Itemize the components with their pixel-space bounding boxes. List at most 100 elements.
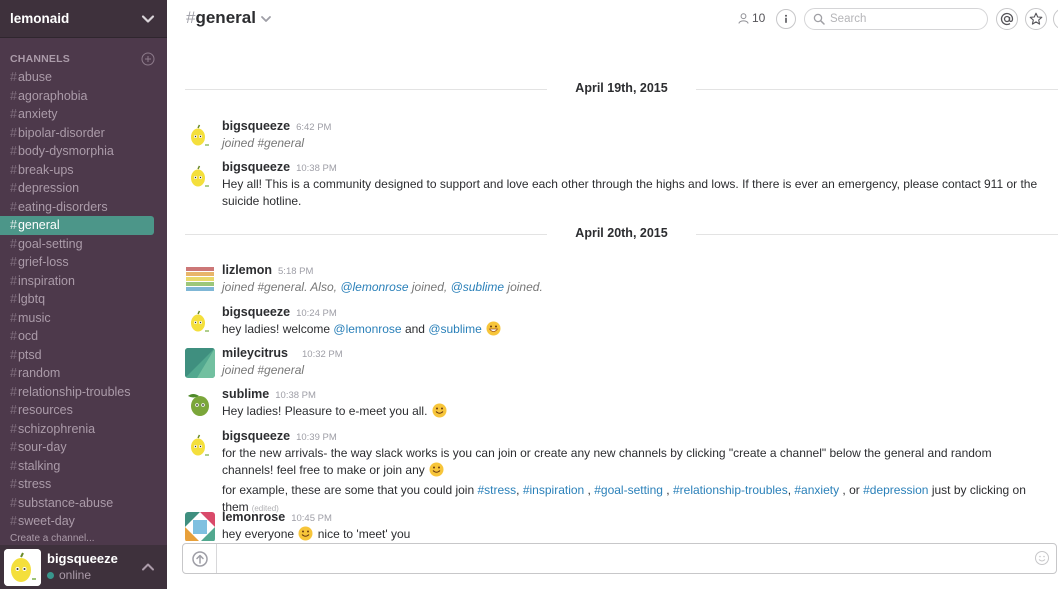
- channel-hash: #: [10, 403, 17, 418]
- sidebar-channel-inspiration[interactable]: # inspiration: [0, 272, 154, 291]
- sidebar-channel-general[interactable]: # general: [0, 216, 154, 235]
- avatar[interactable]: [185, 162, 215, 192]
- message-timestamp[interactable]: 6:42 PM: [296, 122, 331, 133]
- sidebar-channel-sour-day[interactable]: # sour-day: [0, 438, 154, 457]
- create-channel-link[interactable]: Create a channel...: [10, 533, 95, 545]
- user-info: bigsqueeze online: [47, 551, 141, 583]
- message-author[interactable]: sublime: [222, 387, 269, 401]
- upload-button[interactable]: [183, 544, 217, 573]
- sidebar-channel-random[interactable]: # random: [0, 364, 154, 383]
- message-author[interactable]: bigsqueeze: [222, 429, 290, 443]
- channel-hash: #: [10, 440, 17, 455]
- smile-emoji-icon: [429, 462, 444, 476]
- chevron-up-icon[interactable]: [141, 560, 155, 574]
- member-count-button[interactable]: 10: [738, 11, 765, 25]
- channel-info-button[interactable]: [776, 9, 796, 29]
- sidebar-channel-eating-disorders[interactable]: # eating-disorders: [0, 198, 154, 217]
- user-status: online: [47, 567, 141, 583]
- upload-icon: [191, 550, 208, 567]
- lemon-avatar-icon: [4, 548, 41, 586]
- message-body: Hey all! This is a community designed to…: [222, 177, 1038, 208]
- avatar[interactable]: [185, 512, 215, 541]
- channel-link[interactable]: #stress: [477, 483, 516, 497]
- channel-link[interactable]: #goal-setting: [594, 483, 663, 497]
- avatar[interactable]: [185, 121, 215, 151]
- sidebar-channel-stalking[interactable]: # stalking: [0, 457, 154, 476]
- message-timestamp[interactable]: 10:38 PM: [296, 163, 337, 174]
- sidebar-channel-label: grief-loss: [17, 255, 69, 270]
- avatar[interactable]: [185, 389, 215, 419]
- channel-link[interactable]: #depression: [863, 483, 928, 497]
- sidebar-channel-anxiety[interactable]: # anxiety: [0, 105, 154, 124]
- channel-link[interactable]: #anxiety: [794, 483, 839, 497]
- message-input[interactable]: [221, 549, 1021, 568]
- sidebar-channel-resources[interactable]: # resources: [0, 401, 154, 420]
- team-name: lemonaid: [10, 11, 70, 26]
- mention-link[interactable]: @sublime: [451, 280, 505, 294]
- sidebar-channel-label: inspiration: [17, 273, 75, 288]
- sidebar-channel-stress[interactable]: # stress: [0, 475, 154, 494]
- sidebar-channel-depression[interactable]: # depression: [0, 179, 154, 198]
- more-button[interactable]: [1053, 8, 1058, 30]
- mention-link[interactable]: @lemonrose: [333, 322, 401, 336]
- message-author[interactable]: lizlemon: [222, 263, 272, 277]
- message-author[interactable]: bigsqueeze: [222, 119, 290, 133]
- sidebar-channel-abuse[interactable]: # abuse: [0, 68, 154, 87]
- sidebar-channel-goal-setting[interactable]: # goal-setting: [0, 235, 154, 254]
- sidebar-channel-grief-loss[interactable]: # grief-loss: [0, 253, 154, 272]
- sidebar-channel-sweet-day[interactable]: # sweet-day: [0, 512, 154, 531]
- message-author[interactable]: bigsqueeze: [222, 160, 290, 174]
- sidebar-channel-ocd[interactable]: # ocd: [0, 327, 154, 346]
- channel-link[interactable]: #inspiration: [523, 483, 584, 497]
- avatar[interactable]: [4, 548, 41, 586]
- channels-title[interactable]: CHANNELS: [10, 53, 141, 65]
- avatar[interactable]: [185, 265, 215, 295]
- mention-link[interactable]: @lemonrose: [340, 280, 408, 294]
- message-timestamp[interactable]: 10:24 PM: [296, 308, 337, 319]
- person-icon: [738, 12, 749, 24]
- sidebar-channel-body-dysmorphia[interactable]: # body-dysmorphia: [0, 142, 154, 161]
- star-button[interactable]: [1025, 8, 1047, 30]
- team-menu[interactable]: lemonaid: [0, 0, 167, 38]
- sidebar-channel-music[interactable]: # music: [0, 309, 154, 328]
- sidebar-channel-label: agoraphobia: [17, 88, 88, 103]
- search-input[interactable]: [830, 13, 980, 25]
- message-body: for the new arrivals- the way slack work…: [222, 446, 992, 477]
- channel-list: # abuse # agoraphobia # anxiety # bipolar-disor…: [0, 68, 167, 531]
- message-author[interactable]: mileycitrus: [222, 346, 288, 360]
- message-author[interactable]: bigsqueeze: [222, 305, 290, 319]
- message-timestamp[interactable]: 5:18 PM: [278, 266, 313, 277]
- sidebar-channel-relationship-troubles[interactable]: # relationship-troubles: [0, 383, 154, 402]
- message-timestamp[interactable]: 10:38 PM: [275, 390, 316, 401]
- lemon-avatar-icon: [185, 307, 215, 337]
- mention-link[interactable]: @sublime: [428, 322, 482, 336]
- sidebar-channel-bipolar-disorder[interactable]: # bipolar-disorder: [0, 124, 154, 143]
- add-channel-icon[interactable]: [141, 52, 155, 66]
- channel-hash: #: [10, 329, 17, 344]
- sidebar-channel-substance-abuse[interactable]: # substance-abuse: [0, 494, 154, 513]
- message-body: joined #general: [222, 363, 305, 377]
- search-box[interactable]: [804, 8, 988, 30]
- sidebar-channel-lgbtq[interactable]: # lgbtq: [0, 290, 154, 309]
- channel-title[interactable]: # general: [186, 8, 272, 28]
- message-timestamp[interactable]: 10:45 PM: [291, 513, 332, 524]
- emoji-icon[interactable]: [1034, 550, 1050, 566]
- user-footer[interactable]: bigsqueeze online: [0, 545, 167, 589]
- mentions-button[interactable]: [996, 8, 1018, 30]
- channel-hash: #: [10, 421, 17, 436]
- sidebar-channel-break-ups[interactable]: # break-ups: [0, 161, 154, 180]
- channel-link[interactable]: #relationship-troubles: [673, 483, 788, 497]
- chevron-down-icon: [261, 16, 271, 22]
- message-timestamp[interactable]: 10:39 PM: [296, 432, 337, 443]
- sidebar-channel-schizophrenia[interactable]: # schizophrenia: [0, 420, 154, 439]
- sidebar-channel-ptsd[interactable]: # ptsd: [0, 346, 154, 365]
- lemonrose-avatar-icon: [185, 512, 215, 541]
- channel-hash: #: [10, 88, 17, 103]
- avatar[interactable]: [185, 431, 215, 461]
- avatar[interactable]: [185, 307, 215, 337]
- message-timestamp[interactable]: 10:32 PM: [302, 349, 343, 360]
- sidebar-channel-agoraphobia[interactable]: # agoraphobia: [0, 87, 154, 106]
- avatar[interactable]: [185, 348, 215, 378]
- sidebar-channel-label: eating-disorders: [17, 199, 108, 214]
- message-author[interactable]: lemonrose: [222, 510, 285, 524]
